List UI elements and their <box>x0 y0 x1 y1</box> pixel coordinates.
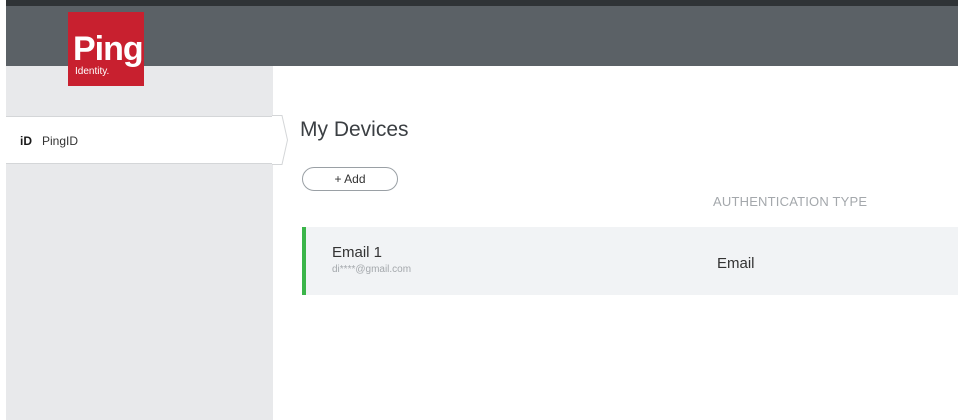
left-edge <box>0 0 6 420</box>
sidebar-item-label: PingID <box>42 134 79 148</box>
ping-identity-logo[interactable]: Ping Identity. <box>68 12 144 86</box>
device-detail: di****@gmail.com <box>332 264 412 275</box>
device-name: Email 1 <box>332 244 383 261</box>
app-frame: Ping Identity. iD PingID My Devices + Ad… <box>0 0 958 420</box>
pingid-icon: iD <box>20 134 32 148</box>
column-header-authentication-type: AUTHENTICATION TYPE <box>713 194 868 209</box>
device-row[interactable]: Email 1 di****@gmail.com Email <box>302 227 958 295</box>
header-bar <box>6 6 958 66</box>
add-device-button[interactable]: + Add <box>302 167 398 191</box>
logo-word: Ping <box>73 30 144 68</box>
page-title: My Devices <box>300 118 409 141</box>
logo-subtext: Identity. <box>75 66 110 77</box>
device-auth-type: Email <box>717 255 755 272</box>
sidebar: iD PingID <box>6 66 288 420</box>
selected-arrow-icon <box>272 115 288 165</box>
sidebar-item-pingid[interactable]: iD PingID <box>6 116 273 164</box>
